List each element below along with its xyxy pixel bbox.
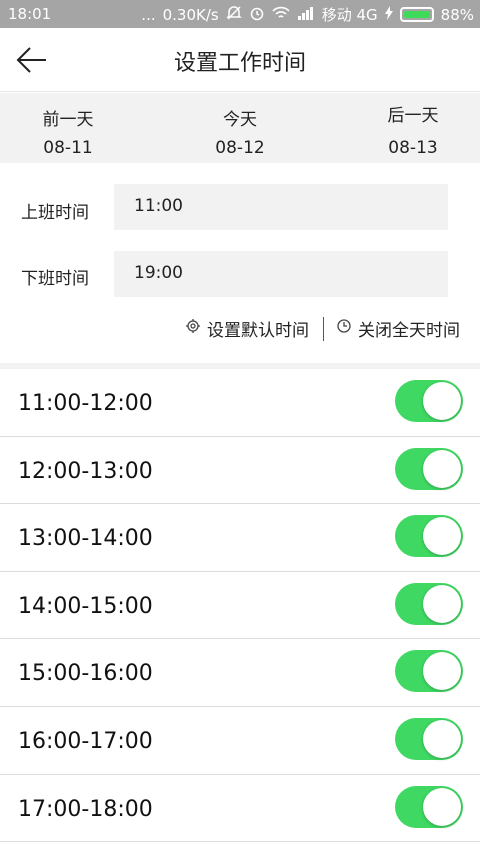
slot-toggle[interactable]	[395, 380, 463, 422]
slot-label: 16:00-17:00	[18, 728, 153, 754]
set-default-time-button[interactable]: 设置默认时间	[185, 316, 309, 341]
slot-toggle[interactable]	[395, 650, 463, 693]
day-name: 今天	[223, 110, 257, 130]
battery-icon	[399, 7, 434, 22]
mute-icon	[225, 5, 242, 25]
day-date: 08-13	[388, 138, 438, 158]
battery-percent: 88%	[440, 5, 474, 24]
day-selector: 前一天 08-11 今天 08-12 后一天 08-13	[0, 93, 480, 163]
divider	[323, 316, 324, 341]
list-item: 13:00-14:00	[0, 504, 480, 572]
toggle-knob	[423, 787, 461, 826]
time-slot-list: 11:00-12:00 12:00-13:00 13:00-14:00 14:0…	[0, 369, 480, 843]
list-item: 17:00-18:00	[0, 775, 480, 843]
today-button[interactable]: 今天 08-12	[180, 105, 300, 158]
list-item: 14:00-15:00	[0, 572, 480, 640]
gear-icon	[185, 318, 201, 339]
list-item: 16:00-17:00	[0, 707, 480, 775]
status-bar: 18:01 ... 0.30K/s 移动 4G 88%	[0, 0, 480, 28]
status-time: 18:01	[8, 5, 52, 23]
close-all-day-button[interactable]: 关闭全天时间	[336, 316, 460, 341]
slot-label: 13:00-14:00	[18, 526, 153, 552]
set-default-time-label: 设置默认时间	[207, 321, 309, 341]
day-date: 08-11	[43, 138, 93, 158]
toggle-knob	[423, 449, 461, 488]
slot-toggle[interactable]	[395, 785, 463, 828]
signal-icon	[297, 6, 315, 24]
page-title: 设置工作时间	[173, 51, 306, 76]
clock-icon	[336, 318, 352, 339]
toggle-knob	[423, 382, 461, 420]
wifi-icon	[272, 6, 290, 24]
alarm-icon	[249, 5, 265, 25]
carrier-label: 移动 4G	[321, 6, 378, 24]
slot-label: 17:00-18:00	[18, 796, 153, 822]
slot-label: 12:00-13:00	[18, 458, 153, 484]
work-time-form: 上班时间 11:00 下班时间 19:00 设置默认时间 关闭全天时间	[0, 163, 480, 363]
slot-label: 14:00-15:00	[18, 593, 153, 619]
slot-label: 11:00-12:00	[18, 391, 153, 416]
start-time-field[interactable]: 11:00	[114, 184, 448, 230]
list-item: 12:00-13:00	[0, 437, 480, 505]
slot-toggle[interactable]	[395, 447, 463, 490]
end-time-field[interactable]: 19:00	[114, 251, 448, 297]
next-day-button[interactable]: 后一天 08-13	[353, 101, 473, 158]
toggle-knob	[423, 517, 461, 556]
status-icons: ... 0.30K/s 移动 4G 88%	[141, 4, 474, 25]
toggle-knob	[423, 652, 461, 691]
day-date: 08-12	[215, 138, 265, 158]
previous-day-button[interactable]: 前一天 08-11	[8, 105, 128, 158]
day-name: 后一天	[387, 106, 439, 126]
day-name: 前一天	[42, 110, 94, 130]
close-all-day-label: 关闭全天时间	[358, 321, 460, 341]
action-links: 设置默认时间 关闭全天时间	[185, 316, 460, 341]
status-dots: ...	[141, 5, 156, 24]
start-time-label: 上班时间	[21, 203, 89, 223]
slot-toggle[interactable]	[395, 515, 463, 558]
toggle-knob	[423, 719, 461, 758]
nav-bar: 设置工作时间	[0, 28, 480, 92]
slot-label: 15:00-16:00	[18, 661, 153, 687]
end-time-label: 下班时间	[21, 269, 89, 289]
slot-toggle[interactable]	[395, 582, 463, 625]
slot-toggle[interactable]	[395, 717, 463, 760]
toggle-knob	[423, 584, 461, 623]
list-item: 15:00-16:00	[0, 639, 480, 707]
list-item: 11:00-12:00	[0, 369, 480, 437]
network-speed: 0.30K/s	[162, 5, 219, 24]
charging-icon	[384, 5, 393, 24]
